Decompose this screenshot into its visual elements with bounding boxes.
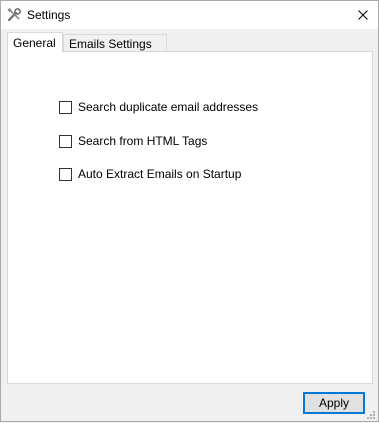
checkbox-search-duplicates[interactable] (59, 100, 72, 114)
apply-button[interactable]: Apply (303, 392, 365, 414)
window-title: Settings (27, 8, 71, 22)
settings-window: Settings General Emails Settings Search … (0, 0, 379, 422)
option-label: Auto Extract Emails on Startup (78, 167, 242, 181)
tab-emails-settings[interactable]: Emails Settings (63, 34, 167, 52)
option-search-html-tags[interactable]: Search from HTML Tags (59, 133, 207, 149)
general-tab-panel: Search duplicate email addresses Search … (7, 51, 373, 384)
tab-general[interactable]: General (7, 32, 63, 53)
option-search-duplicates[interactable]: Search duplicate email addresses (59, 99, 258, 115)
resize-grip-icon[interactable] (366, 409, 376, 419)
option-label: Search duplicate email addresses (78, 100, 259, 114)
tab-strip: General Emails Settings (7, 32, 373, 53)
option-auto-extract[interactable]: Auto Extract Emails on Startup (59, 166, 241, 182)
close-button[interactable] (348, 1, 378, 29)
tools-icon (6, 7, 22, 23)
checkbox-auto-extract[interactable] (59, 167, 72, 181)
title-bar[interactable]: Settings (1, 1, 378, 29)
close-icon (358, 10, 368, 20)
checkbox-search-html-tags[interactable] (59, 134, 72, 148)
option-label: Search from HTML Tags (78, 134, 208, 148)
